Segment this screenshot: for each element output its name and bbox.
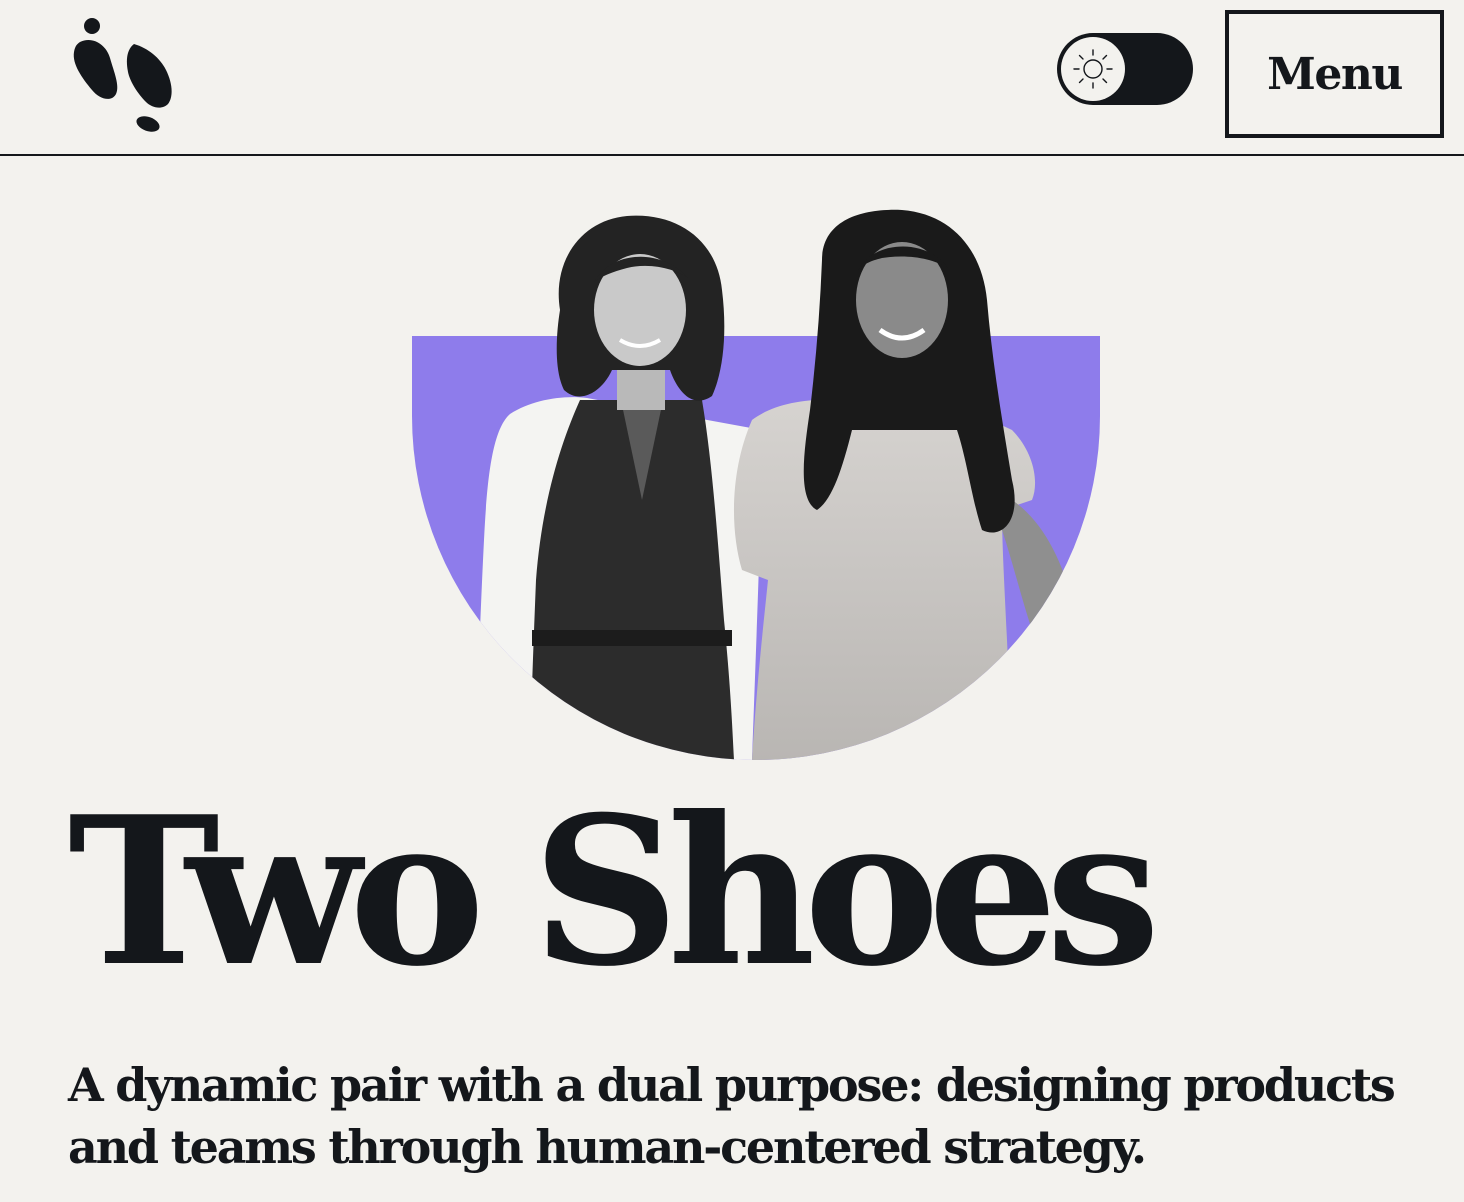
two-footprints-logo-icon xyxy=(73,18,172,132)
person-left xyxy=(476,397,762,760)
page: Menu Two Shoes A dynamic pair with a dua… xyxy=(0,0,1464,1202)
hero-photo-illustration xyxy=(412,209,1100,760)
logo-link[interactable] xyxy=(72,16,178,134)
hero-title: Two Shoes xyxy=(68,772,1160,1012)
hero-photo xyxy=(412,200,1100,760)
theme-toggle[interactable] xyxy=(1057,33,1193,105)
hero-subtitle: A dynamic pair with a dual purpose: desi… xyxy=(68,1058,1396,1174)
menu-button[interactable]: Menu xyxy=(1225,10,1444,138)
sun-icon xyxy=(1073,49,1113,89)
toggle-knob xyxy=(1061,37,1125,101)
person-right xyxy=(733,399,1073,760)
site-header: Menu xyxy=(0,0,1464,156)
